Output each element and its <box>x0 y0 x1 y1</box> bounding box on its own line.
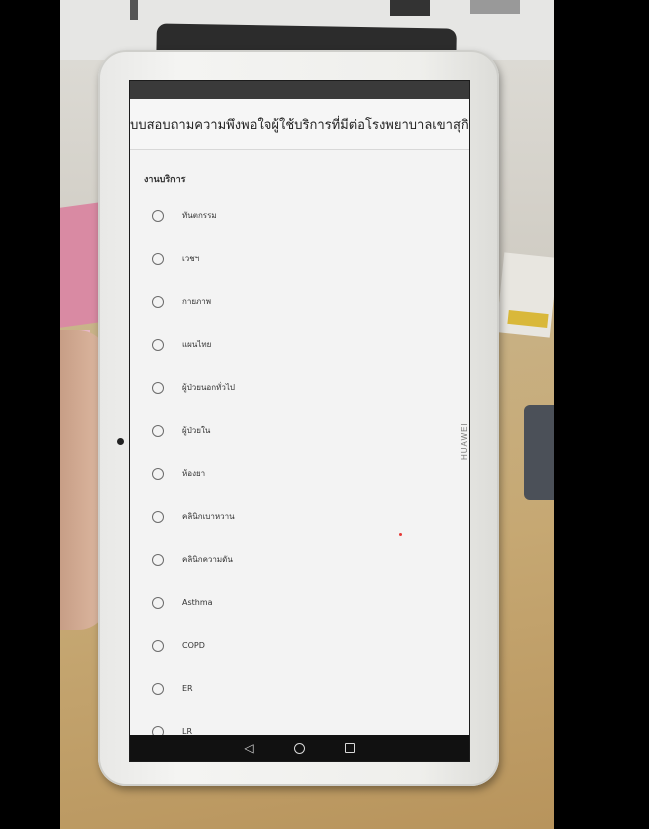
recents-square-icon[interactable] <box>344 743 355 753</box>
radio-button[interactable] <box>152 338 164 351</box>
front-camera <box>117 438 124 445</box>
radio-option-label: ผู้ป่วยนอกทั่วไป <box>182 383 235 392</box>
wall-detail <box>390 0 430 16</box>
radio-button[interactable] <box>152 381 164 394</box>
radio-option-label: เวชฯ <box>182 254 200 263</box>
radio-option[interactable]: COPD <box>130 624 469 667</box>
radio-button[interactable] <box>152 596 164 609</box>
radio-option-label: ER <box>182 684 193 693</box>
section-label: งานบริการ <box>144 175 186 185</box>
wall-detail <box>470 0 520 14</box>
radio-option[interactable]: ER <box>130 667 469 710</box>
radio-option-label: คลินิกความดัน <box>182 555 233 564</box>
radio-option-label: ผู้ป่วยใน <box>182 426 211 435</box>
radio-option[interactable]: คลินิกเบาหวาน <box>130 495 469 538</box>
radio-button[interactable] <box>152 510 164 523</box>
android-nav-bar: ◁ <box>130 735 469 761</box>
radio-option-label: กายภาพ <box>182 297 212 306</box>
radio-option[interactable]: Asthma <box>130 581 469 624</box>
radio-option[interactable]: ผู้ป่วยนอกทั่วไป <box>130 366 469 409</box>
status-bar <box>130 81 469 99</box>
brand-logo: HUAWEI <box>460 420 480 480</box>
radio-button[interactable] <box>152 639 164 652</box>
radio-option-label: แผนไทย <box>182 340 212 349</box>
radio-button[interactable] <box>152 295 164 308</box>
pink-object <box>60 202 100 328</box>
wall-detail <box>130 0 138 20</box>
brand-text: HUAWEI <box>460 422 469 460</box>
options-list: ทันตกรรมเวชฯกายภาพแผนไทยผู้ป่วยนอกทั่วไป… <box>130 194 469 753</box>
radio-option-label: Asthma <box>182 598 213 607</box>
radio-option-label: ห้องยา <box>182 469 206 478</box>
radio-button[interactable] <box>152 209 164 222</box>
radio-button[interactable] <box>152 467 164 480</box>
survey-title: แบบสอบถามความพึงพอใจผู้ใช้บริการที่มีต่อ… <box>129 116 470 132</box>
tablet: แบบสอบถามความพึงพอใจผู้ใช้บริการที่มีต่อ… <box>98 50 499 786</box>
radio-option[interactable]: เวชฯ <box>130 237 469 280</box>
radio-option[interactable]: แผนไทย <box>130 323 469 366</box>
radio-button[interactable] <box>152 682 164 695</box>
radio-option[interactable]: ห้องยา <box>130 452 469 495</box>
red-indicator <box>399 533 402 536</box>
home-circle-icon[interactable] <box>293 742 305 754</box>
radio-button[interactable] <box>152 252 164 265</box>
back-triangle-icon[interactable]: ◁ <box>244 742 253 754</box>
survey-form: งานบริการ ทันตกรรมเวชฯกายภาพแผนไทยผู้ป่ว… <box>130 150 469 753</box>
radio-option[interactable]: คลินิกความดัน <box>130 538 469 581</box>
radio-option[interactable]: ผู้ป่วยใน <box>130 409 469 452</box>
radio-option-label: ทันตกรรม <box>182 211 217 220</box>
radio-button[interactable] <box>152 424 164 437</box>
radio-button[interactable] <box>152 553 164 566</box>
radio-option-label: COPD <box>182 641 205 650</box>
radio-option[interactable]: ทันตกรรม <box>130 194 469 237</box>
radio-option-label: คลินิกเบาหวาน <box>182 512 235 521</box>
dark-device <box>524 405 554 500</box>
radio-option[interactable]: กายภาพ <box>130 280 469 323</box>
survey-header: แบบสอบถามความพึงพอใจผู้ใช้บริการที่มีต่อ… <box>130 99 469 150</box>
tablet-screen: แบบสอบถามความพึงพอใจผู้ใช้บริการที่มีต่อ… <box>129 80 470 762</box>
